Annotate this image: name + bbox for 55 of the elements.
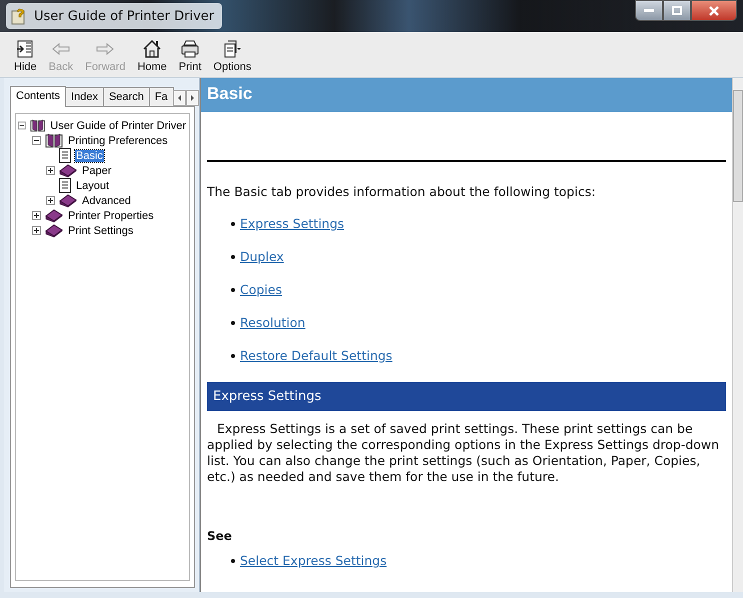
collapse-toggle-icon[interactable]: [32, 136, 41, 145]
home-icon: [142, 39, 162, 59]
close-button[interactable]: [691, 0, 737, 21]
tree-item[interactable]: User Guide of Printer Driver: [49, 120, 187, 132]
options-icon: [222, 39, 242, 59]
topic-link[interactable]: Copies: [240, 282, 282, 298]
page-icon: [59, 148, 71, 163]
book-icon: [59, 193, 77, 208]
scroll-left-icon[interactable]: [172, 90, 186, 106]
expand-toggle-icon[interactable]: [46, 166, 55, 175]
printer-icon: [180, 39, 200, 59]
topic-title: Basic: [201, 78, 732, 112]
book-icon: [59, 163, 77, 178]
home-button[interactable]: Home: [133, 39, 171, 73]
nav-tab[interactable]: Contents: [10, 86, 66, 107]
book-icon: [45, 223, 63, 238]
see-heading: See: [207, 529, 233, 543]
nav-tab[interactable]: Index: [65, 87, 104, 106]
tree-item[interactable]: Paper: [81, 164, 112, 176]
maximize-button[interactable]: [663, 0, 691, 21]
topic-link[interactable]: Duplex: [240, 249, 284, 265]
minimize-button[interactable]: [635, 0, 663, 21]
close-icon: [709, 6, 719, 16]
hide-button[interactable]: Hide: [10, 39, 41, 73]
topic-link[interactable]: Resolution: [240, 315, 306, 331]
book-icon: [45, 208, 63, 223]
tree-item[interactable]: Layout: [75, 180, 110, 192]
tree-item[interactable]: Advanced: [81, 194, 132, 206]
page-icon: [59, 178, 71, 193]
collapse-toggle-icon[interactable]: [18, 121, 26, 130]
options-button[interactable]: Options: [209, 39, 256, 73]
window-title: User Guide of Printer Driver: [34, 8, 214, 24]
section-paragraph: Express Settings is a set of saved print settings. These print settings can be applied by selecting the corresponding options in the Express Settings drop-down list. You can also change the print settings (such as Orientation, Paper, Copies, etc.) as needed and save them for the use in the future.: [207, 421, 720, 485]
topic-link[interactable]: Restore Default Settings: [240, 348, 392, 364]
tree-item[interactable]: Basic: [75, 150, 104, 162]
section-heading: Express Settings: [207, 382, 726, 411]
expand-toggle-icon[interactable]: [46, 196, 55, 205]
expand-toggle-icon[interactable]: [32, 226, 41, 235]
expand-toggle-icon[interactable]: [32, 211, 41, 220]
hide-pane-icon: [15, 39, 36, 59]
scroll-right-icon[interactable]: [186, 90, 199, 106]
minimize-icon: [644, 8, 654, 12]
maximize-icon: [672, 6, 682, 15]
scrollbar[interactable]: [732, 78, 743, 592]
print-button[interactable]: Print: [174, 39, 206, 73]
topic-link[interactable]: Express Settings: [240, 216, 344, 232]
intro-text: The Basic tab provides information about the following topics:: [207, 184, 597, 199]
tree-item[interactable]: Printer Properties: [67, 210, 155, 222]
open-book-icon: [30, 118, 46, 133]
open-book-icon: [45, 133, 63, 148]
see-link[interactable]: Select Express Settings: [240, 553, 387, 569]
nav-tab[interactable]: Fa: [148, 87, 174, 106]
nav-tab[interactable]: Search: [102, 87, 150, 106]
tree-item[interactable]: Printing Preferences: [67, 134, 169, 146]
tree-item[interactable]: Print Settings: [67, 224, 134, 236]
